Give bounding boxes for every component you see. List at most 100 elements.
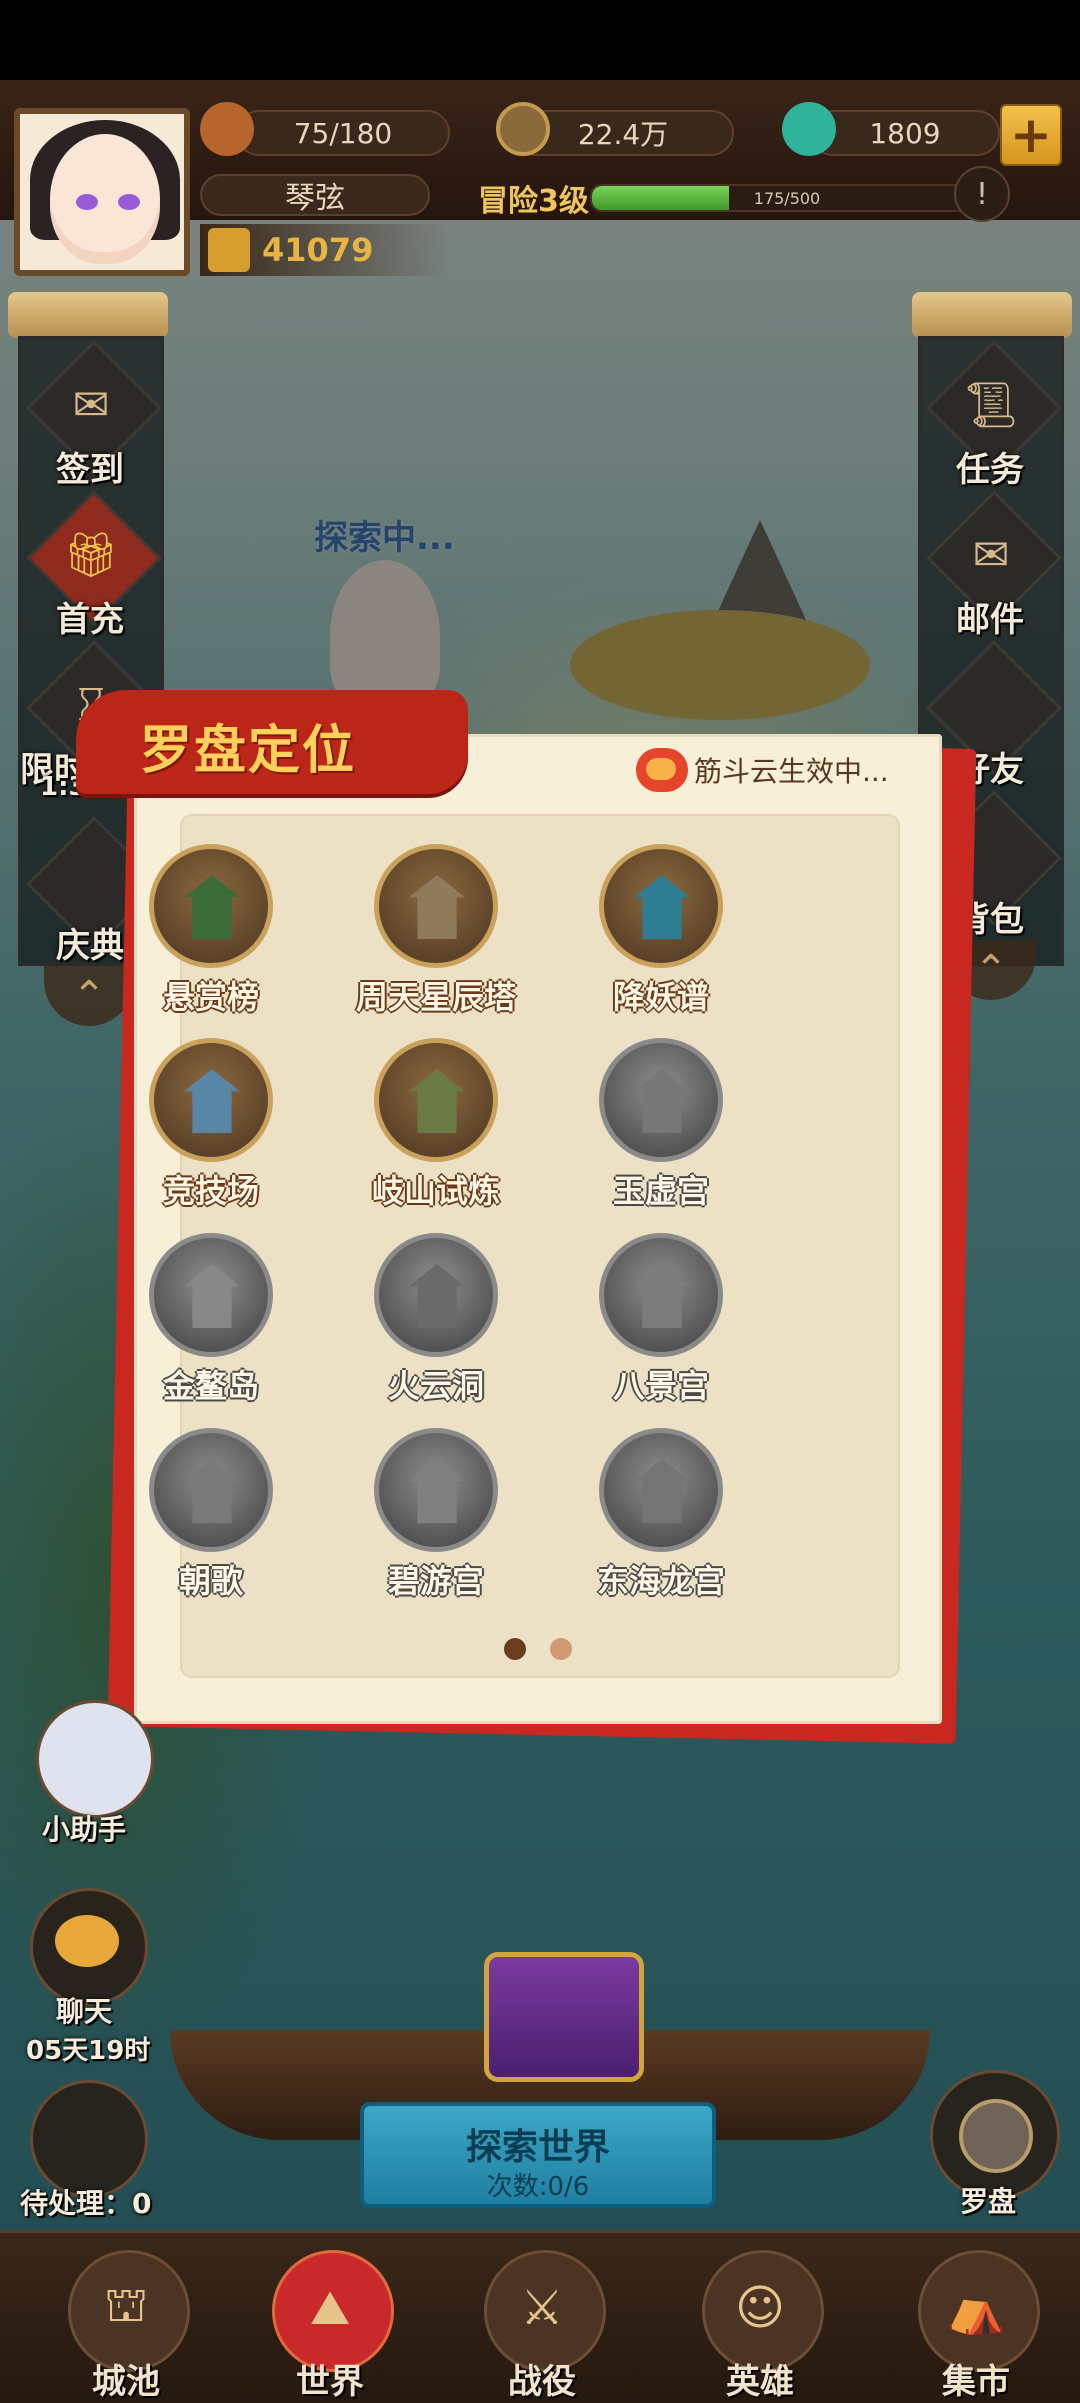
helper-label: 小助手 (42, 1813, 127, 1846)
checkin-button[interactable]: ✉ 签到 (20, 340, 162, 500)
location-icon (149, 1038, 273, 1162)
location-icon (374, 844, 498, 968)
locked-location-icon (599, 1233, 723, 1357)
location-2[interactable]: 周天星辰塔 (336, 844, 536, 1024)
stamina-pill: 75/180 (236, 110, 450, 156)
building-icon (409, 1264, 465, 1328)
battle-icon: ⚔ (520, 2280, 564, 2336)
nav-label: 城池 (92, 2362, 160, 2402)
building-icon (409, 1459, 465, 1523)
xp-text: 175/500 (753, 188, 821, 208)
building-icon (634, 875, 690, 939)
nav-label: 战役 (508, 2362, 576, 2402)
building-icon (184, 1459, 240, 1523)
jade-icon (782, 102, 836, 156)
location-label: 降妖谱 (612, 978, 709, 1016)
nav-label: 英雄 (726, 2362, 794, 2402)
building-icon (184, 875, 240, 939)
page-dot[interactable] (550, 1638, 572, 1660)
drumstick-icon (200, 102, 254, 156)
explore-world-button[interactable]: 探索世界 次数:0/6 (360, 2102, 716, 2208)
envelope-icon: ✉ (972, 529, 1010, 581)
location-icon (374, 1038, 498, 1162)
building-icon (184, 1069, 240, 1133)
location-label: 碧游宫 (387, 1562, 484, 1600)
location-icon (599, 844, 723, 968)
avatar-eye (118, 194, 140, 210)
page-dot-active[interactable] (504, 1638, 526, 1660)
building-icon (634, 1069, 690, 1133)
add-gems-button[interactable]: + (1000, 104, 1062, 166)
player-name: 琴弦 (285, 181, 345, 216)
nav-market[interactable]: ⛺ 集市 (896, 2250, 1056, 2402)
treasure-chest[interactable] (484, 1952, 644, 2082)
player-avatar[interactable] (14, 108, 190, 276)
location-label: 火云洞 (387, 1367, 484, 1405)
explore-count: 次数:0/6 (486, 2172, 590, 2202)
location-9[interactable]: 八景宫 (561, 1233, 761, 1413)
nav-heroes[interactable]: ☺ 英雄 (680, 2250, 840, 2402)
pending-button[interactable] (30, 2080, 148, 2198)
building-icon (634, 1264, 690, 1328)
chat-button[interactable] (30, 1888, 148, 2006)
event-timer: 05天19时 (26, 2036, 151, 2066)
location-12[interactable]: 东海龙宫 (561, 1428, 761, 1608)
hero-icon: ☺ (734, 2280, 786, 2336)
location-label: 金鳌岛 (162, 1367, 259, 1405)
mail-button[interactable]: ✉ 邮件 (920, 490, 1062, 650)
player-name-pill[interactable]: 琴弦 (200, 174, 430, 216)
locked-location-icon (599, 1428, 723, 1552)
gems-pill: 1809 (810, 110, 1000, 156)
location-5[interactable]: 岐山试炼 (336, 1038, 536, 1218)
city-icon: ⛫ (103, 2277, 149, 2333)
location-label: 悬赏榜 (162, 978, 259, 1016)
nav-city[interactable]: ⛫ 城池 (46, 2250, 206, 2402)
explore-world-title: 探索世界 (465, 2127, 610, 2168)
adventure-level: 冒险3级 (478, 184, 589, 219)
location-4[interactable]: 竞技场 (111, 1038, 311, 1218)
location-label: 竞技场 (162, 1172, 259, 1210)
quests-button[interactable]: 📜︎ 任务 (920, 340, 1062, 500)
world-icon: ⛰ (309, 2279, 351, 2336)
location-1[interactable]: 悬赏榜 (111, 844, 311, 1024)
modal-title: 罗盘定位 (140, 721, 357, 781)
building-icon (184, 1264, 240, 1328)
coin-icon (496, 102, 550, 156)
first-recharge-button[interactable]: 🎁︎ 首充 (20, 490, 162, 650)
compass-icon (959, 2099, 1033, 2173)
power-icon (208, 228, 250, 272)
helper-button[interactable] (36, 1700, 154, 1818)
avatar-face (50, 134, 160, 264)
location-label: 玉虚宫 (612, 1172, 709, 1210)
scroll-icon: ✉ (72, 379, 110, 431)
chat-label: 聊天 (56, 1995, 113, 2028)
chat-bubble-icon (55, 1915, 119, 1967)
right-scroll-header (912, 292, 1072, 338)
location-10[interactable]: 朝歌 (111, 1428, 311, 1608)
location-label: 周天星辰塔 (355, 978, 516, 1016)
scroll-quest-icon: 📜︎ (963, 380, 1019, 431)
location-3[interactable]: 降妖谱 (561, 844, 761, 1024)
location-8[interactable]: 火云洞 (336, 1233, 536, 1413)
market-icon: ⛺ (946, 2280, 1006, 2337)
location-11[interactable]: 碧游宫 (336, 1428, 536, 1608)
locked-location-icon (149, 1233, 273, 1357)
level-info-icon[interactable]: ! (954, 166, 1010, 222)
nav-world[interactable]: ⛰ 世界 (250, 2250, 410, 2402)
building-icon (409, 1069, 465, 1133)
coins-value: 22.4万 (577, 118, 669, 151)
locked-location-icon (374, 1428, 498, 1552)
location-6[interactable]: 玉虚宫 (561, 1038, 761, 1218)
compass-label: 罗盘 (960, 2185, 1017, 2218)
locked-location-icon (149, 1428, 273, 1552)
avatar-eye (76, 194, 98, 210)
gift-glyph-icon: 🎁︎ (63, 530, 119, 581)
stamina-value: 75/180 (293, 116, 393, 150)
nav-label: 世界 (296, 2362, 364, 2402)
location-7[interactable]: 金鳌岛 (111, 1233, 311, 1413)
nav-battle[interactable]: ⚔ 战役 (462, 2250, 622, 2402)
status-bar (0, 0, 1080, 80)
building-icon (634, 1459, 690, 1523)
pending-label: 待处理：0 (20, 2187, 152, 2220)
location-label: 八景宫 (612, 1367, 709, 1405)
